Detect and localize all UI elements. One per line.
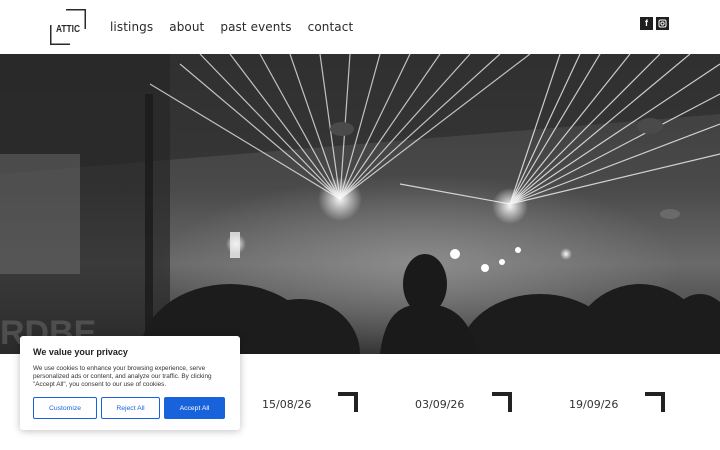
nav-past-events[interactable]: past events xyxy=(220,20,291,34)
hero-image: RDBE xyxy=(0,54,720,354)
nav-contact[interactable]: contact xyxy=(308,20,354,34)
event-date[interactable]: 19/09/26 xyxy=(569,398,618,411)
instagram-icon[interactable] xyxy=(656,17,669,30)
reject-all-button[interactable]: Reject All xyxy=(101,397,160,419)
customize-button[interactable]: Customize xyxy=(33,397,97,419)
facebook-icon[interactable]: f xyxy=(640,17,653,30)
club-laser-photo: RDBE xyxy=(0,54,720,354)
event-date[interactable]: 03/09/26 xyxy=(415,398,464,411)
instagram-glyph xyxy=(658,19,667,28)
logo-text: ATTIC xyxy=(56,24,80,35)
event-date[interactable]: 15/08/26 xyxy=(262,398,311,411)
cookie-title: We value your privacy xyxy=(33,347,128,357)
corner-bracket-icon xyxy=(338,392,358,412)
nav-about[interactable]: about xyxy=(169,20,204,34)
corner-bracket-icon xyxy=(492,392,512,412)
cookie-buttons: Customize Reject All Accept All xyxy=(33,397,225,419)
site-header: ATTIC listings about past events contact… xyxy=(0,0,720,54)
corner-bracket-icon xyxy=(645,392,665,412)
accept-all-button[interactable]: Accept All xyxy=(164,397,225,419)
cookie-text: We use cookies to enhance your browsing … xyxy=(33,365,212,388)
cookie-consent-banner: We value your privacy We use cookies to … xyxy=(20,336,240,430)
nav-listings[interactable]: listings xyxy=(110,20,153,34)
facebook-glyph: f xyxy=(645,18,648,28)
attic-logo[interactable]: ATTIC xyxy=(50,9,86,45)
main-nav: listings about past events contact xyxy=(110,20,353,34)
